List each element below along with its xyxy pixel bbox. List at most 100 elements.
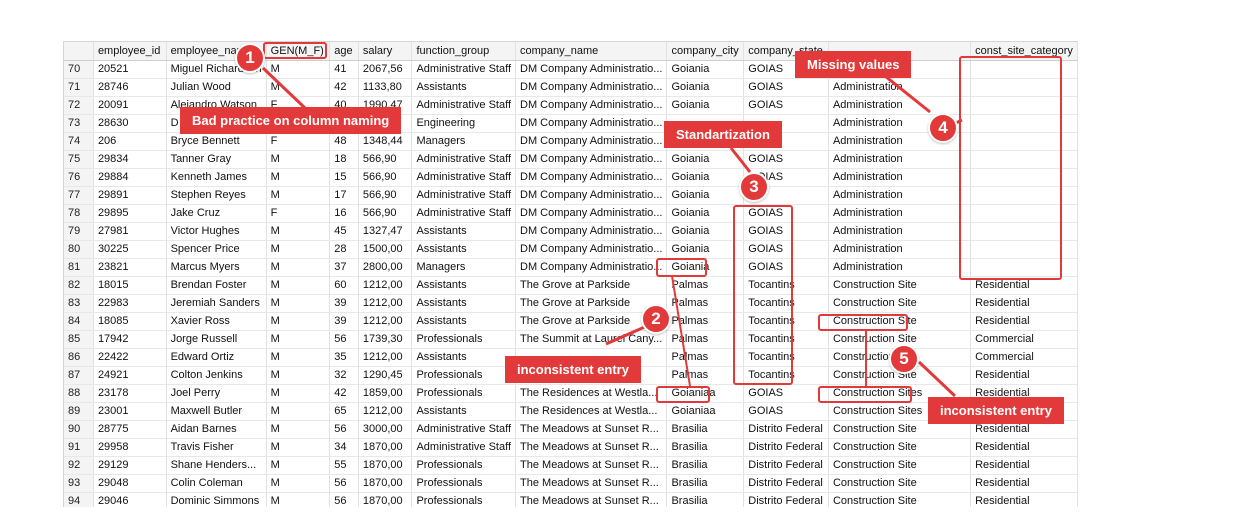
table-cell[interactable]: Spencer Price	[166, 240, 267, 259]
table-cell[interactable]: Administration	[828, 204, 972, 223]
table-cell[interactable]: 18085	[93, 312, 167, 331]
table-cell[interactable]: Construction Site	[828, 438, 972, 457]
table-cell[interactable]: Jorge Russell	[166, 330, 267, 349]
column-header[interactable]: salary	[358, 42, 413, 61]
table-cell[interactable]: 566,90	[358, 204, 413, 223]
row-number[interactable]: 93	[64, 474, 94, 493]
table-cell[interactable]: Administrative Staff	[411, 60, 517, 79]
table-cell[interactable]: Assistants	[411, 78, 517, 97]
column-header[interactable]: GEN(M_F)	[266, 42, 331, 61]
table-cell[interactable]: Goiania	[666, 168, 745, 187]
table-cell[interactable]: Residential	[970, 276, 1078, 295]
table-cell[interactable]: 17942	[93, 330, 167, 349]
column-header[interactable]: const_site_category	[970, 42, 1078, 61]
table-cell[interactable]: 22983	[93, 294, 167, 313]
table-cell[interactable]: Distrito Federal	[743, 438, 829, 457]
table-cell[interactable]: Professionals	[411, 330, 517, 349]
row-number[interactable]: 71	[64, 78, 94, 97]
table-cell[interactable]: 1870,00	[358, 456, 413, 475]
column-header[interactable]	[64, 42, 94, 61]
table-cell[interactable]: Tocantins	[743, 348, 829, 367]
table-cell[interactable]: Dominic Simmons	[166, 492, 267, 507]
table-cell[interactable]: 42	[329, 78, 359, 97]
table-cell[interactable]: Residential	[970, 474, 1078, 493]
table-cell[interactable]: 27981	[93, 222, 167, 241]
table-cell[interactable]: Brasilia	[666, 456, 745, 475]
table-cell[interactable]: 39	[329, 312, 359, 331]
table-cell[interactable]: Managers	[411, 258, 517, 277]
table-cell[interactable]	[970, 132, 1078, 151]
table-cell[interactable]: 1133,80	[358, 78, 413, 97]
table-cell[interactable]: Administration	[828, 186, 972, 205]
table-cell[interactable]: Assistants	[411, 240, 517, 259]
table-cell[interactable]: Goiania	[666, 222, 745, 241]
table-cell[interactable]: Goiania	[666, 204, 745, 223]
table-cell[interactable]: 22422	[93, 348, 167, 367]
table-cell[interactable]: 37	[329, 258, 359, 277]
table-row[interactable]: 91 29958 Travis Fisher M 34 1870,00 Administra…	[64, 438, 1078, 457]
table-cell[interactable]: 28746	[93, 78, 167, 97]
row-number[interactable]: 86	[64, 348, 94, 367]
table-cell[interactable]: Bryce Bennett	[166, 132, 267, 151]
table-cell[interactable]: Construction Site	[828, 474, 972, 493]
table-cell[interactable]: Edward Ortiz	[166, 348, 267, 367]
table-cell[interactable]: 23001	[93, 402, 167, 421]
table-cell[interactable]: Palmas	[666, 312, 745, 331]
table-cell[interactable]: Assistants	[411, 348, 517, 367]
table-cell[interactable]: GOIAS	[743, 96, 829, 115]
table-cell[interactable]: M	[266, 330, 331, 349]
table-cell[interactable]: Administrative Staff	[411, 420, 517, 439]
table-row[interactable]: 80 30225 Spencer Price M 28 1500,00 Assistants…	[64, 240, 1078, 259]
table-cell[interactable]: Distrito Federal	[743, 420, 829, 439]
table-cell[interactable]: M	[266, 150, 331, 169]
table-cell[interactable]: 65	[329, 402, 359, 421]
table-cell[interactable]: Goiania	[666, 150, 745, 169]
row-number[interactable]: 72	[64, 96, 94, 115]
table-row[interactable]: 70 20521 Miguel Richardson M 41 2067,56 Admini…	[64, 60, 1078, 79]
table-cell[interactable]: Goiania	[666, 186, 745, 205]
table-cell[interactable]: Jeremiah Sanders	[166, 294, 267, 313]
table-cell[interactable]: Residential	[970, 456, 1078, 475]
row-number[interactable]: 70	[64, 60, 94, 79]
table-cell[interactable]: 15	[329, 168, 359, 187]
row-number[interactable]: 78	[64, 204, 94, 223]
table-cell[interactable]: 1212,00	[358, 294, 413, 313]
table-cell[interactable]: Distrito Federal	[743, 456, 829, 475]
row-number[interactable]: 75	[64, 150, 94, 169]
table-cell[interactable]: 20521	[93, 60, 167, 79]
table-cell[interactable]	[970, 60, 1078, 79]
table-cell[interactable]: 29891	[93, 186, 167, 205]
table-cell[interactable]: Aidan Barnes	[166, 420, 267, 439]
table-cell[interactable]: Xavier Ross	[166, 312, 267, 331]
column-header[interactable]: function_group	[411, 42, 517, 61]
row-number[interactable]: 80	[64, 240, 94, 259]
table-cell[interactable]: 566,90	[358, 150, 413, 169]
table-cell[interactable]: Commercial	[970, 330, 1078, 349]
table-cell[interactable]: The Residences at Westla...	[515, 402, 668, 421]
table-cell[interactable]: Administration	[828, 78, 972, 97]
table-cell[interactable]: Brasilia	[666, 492, 745, 507]
table-cell[interactable]: Colin Coleman	[166, 474, 267, 493]
table-cell[interactable]: 35	[329, 348, 359, 367]
table-cell[interactable]: 1870,00	[358, 474, 413, 493]
table-cell[interactable]: Assistants	[411, 294, 517, 313]
table-cell[interactable]: 28630	[93, 114, 167, 133]
table-cell[interactable]: The Meadows at Sunset R...	[515, 456, 668, 475]
row-number[interactable]: 88	[64, 384, 94, 403]
table-cell[interactable]: DM Company Administratio...	[515, 240, 668, 259]
table-cell[interactable]: Construction Site	[828, 312, 972, 331]
table-cell[interactable]	[970, 222, 1078, 241]
table-cell[interactable]: 23821	[93, 258, 167, 277]
table-cell[interactable]: Marcus Myers	[166, 258, 267, 277]
table-cell[interactable]: 41	[329, 60, 359, 79]
table-cell[interactable]: Tocantins	[743, 294, 829, 313]
table-cell[interactable]: 566,90	[358, 186, 413, 205]
table-cell[interactable]	[970, 186, 1078, 205]
table-cell[interactable]: 20091	[93, 96, 167, 115]
table-cell[interactable]: M	[266, 366, 331, 385]
row-number[interactable]: 92	[64, 456, 94, 475]
table-cell[interactable]: Assistants	[411, 276, 517, 295]
table-cell[interactable]: 30225	[93, 240, 167, 259]
table-cell[interactable]: Kenneth James	[166, 168, 267, 187]
table-cell[interactable]: 17	[329, 186, 359, 205]
